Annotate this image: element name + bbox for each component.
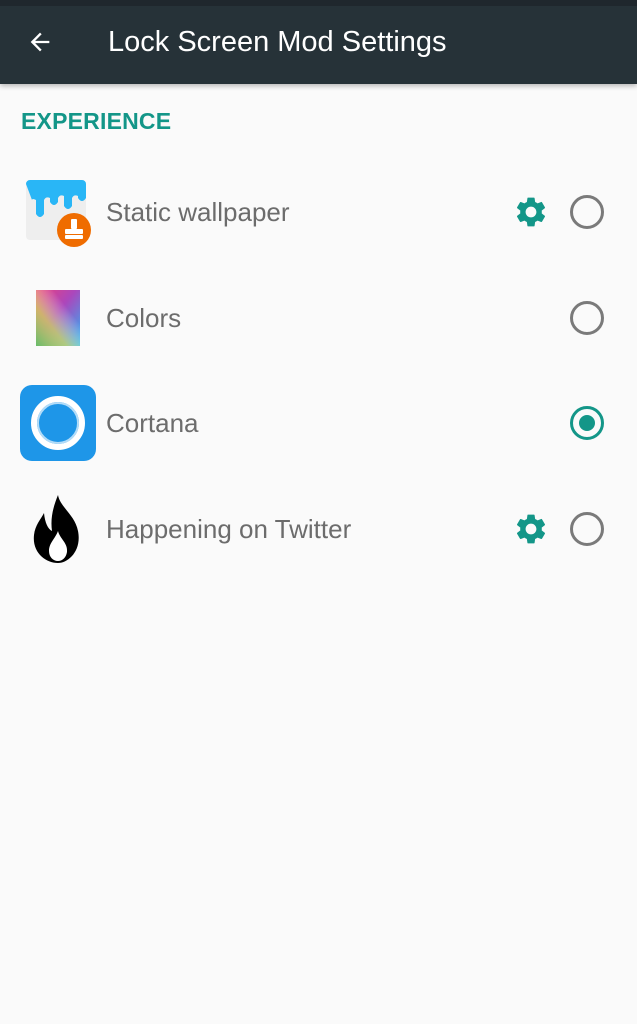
gear-icon (516, 514, 546, 544)
list-item-colors[interactable]: Colors (0, 266, 637, 370)
back-button[interactable] (14, 16, 66, 68)
page-title: Lock Screen Mod Settings (108, 26, 447, 58)
lock-screen-mod-settings-screen: Lock Screen Mod Settings EXPERIENCE Stat… (0, 0, 637, 1024)
arrow-left-icon (30, 32, 50, 52)
static-wallpaper-app-icon (20, 174, 96, 250)
list-item-label: Happening on Twitter (106, 514, 352, 544)
list-item-label: Cortana (106, 408, 199, 438)
radio-selected-dot (579, 415, 595, 431)
gear-icon (516, 197, 546, 227)
static-wallpaper-radio[interactable] (570, 195, 604, 229)
colors-gradient-icon (20, 280, 96, 356)
list-item-happening-on-twitter[interactable]: Happening on Twitter (0, 477, 637, 581)
cortana-app-icon (20, 385, 96, 461)
list-item-static-wallpaper[interactable]: Static wallpaper (0, 160, 637, 264)
section-header-experience: EXPERIENCE (21, 108, 172, 134)
happening-on-twitter-settings-button[interactable] (512, 510, 550, 548)
static-wallpaper-settings-button[interactable] (512, 193, 550, 231)
flame-icon (20, 491, 96, 567)
list-item-label: Static wallpaper (106, 197, 290, 227)
status-bar-strip (0, 0, 637, 6)
colors-radio[interactable] (570, 301, 604, 335)
cortana-radio[interactable] (570, 406, 604, 440)
app-bar: Lock Screen Mod Settings (0, 0, 637, 84)
list-item-label: Colors (106, 303, 182, 333)
happening-on-twitter-radio[interactable] (570, 512, 604, 546)
list-item-cortana[interactable]: Cortana (0, 371, 637, 475)
